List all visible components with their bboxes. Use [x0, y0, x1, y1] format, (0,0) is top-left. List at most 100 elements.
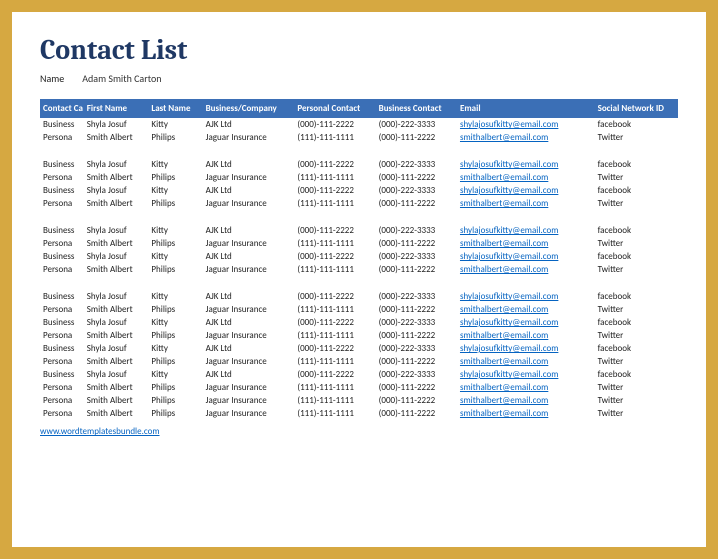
- td-email: shylajosufkitty@email.com: [457, 118, 595, 131]
- td-first-name: Shyla Josuf: [84, 118, 149, 131]
- td-first-name: Smith Albert: [84, 394, 149, 407]
- email-link[interactable]: shylajosufkitty@email.com: [460, 317, 558, 328]
- td-personal: (111)-111-1111: [294, 303, 375, 316]
- td-social: facebook: [595, 250, 678, 263]
- email-link[interactable]: shylajosufkitty@email.com: [460, 225, 558, 236]
- td-business: (000)-111-2222: [376, 303, 457, 316]
- td-business: (000)-111-2222: [376, 355, 457, 368]
- td-personal: (000)-111-2222: [294, 158, 375, 171]
- email-link[interactable]: smithalbert@email.com: [460, 408, 548, 419]
- td-personal: (111)-111-1111: [294, 237, 375, 250]
- td-last-name: Kitty: [148, 290, 202, 303]
- td-email: smithalbert@email.com: [457, 303, 595, 316]
- td-email: shylajosufkitty@email.com: [457, 224, 595, 237]
- td-personal: (000)-111-2222: [294, 368, 375, 381]
- email-link[interactable]: smithalbert@email.com: [460, 304, 548, 315]
- td-social: facebook: [595, 316, 678, 329]
- td-category: Business: [40, 250, 84, 263]
- td-business: (000)-222-3333: [376, 184, 457, 197]
- td-social: facebook: [595, 224, 678, 237]
- email-link[interactable]: smithalbert@email.com: [460, 395, 548, 406]
- td-business: (000)-222-3333: [376, 250, 457, 263]
- td-category: Business: [40, 224, 84, 237]
- td-last-name: Philips: [148, 237, 202, 250]
- td-category: Persona: [40, 394, 84, 407]
- td-company: AJK Ltd: [203, 158, 295, 171]
- td-category: Persona: [40, 303, 84, 316]
- td-personal: (111)-111-1111: [294, 131, 375, 144]
- email-link[interactable]: smithalbert@email.com: [460, 172, 548, 183]
- td-company: AJK Ltd: [203, 368, 295, 381]
- td-last-name: Philips: [148, 263, 202, 276]
- td-email: shylajosufkitty@email.com: [457, 158, 595, 171]
- td-business: (000)-222-3333: [376, 118, 457, 131]
- email-link[interactable]: shylajosufkitty@email.com: [460, 119, 558, 130]
- td-business: (000)-222-3333: [376, 158, 457, 171]
- email-link[interactable]: smithalbert@email.com: [460, 382, 548, 393]
- td-company: AJK Ltd: [203, 342, 295, 355]
- email-link[interactable]: smithalbert@email.com: [460, 330, 548, 341]
- td-social: Twitter: [595, 263, 678, 276]
- td-last-name: Kitty: [148, 250, 202, 263]
- td-email: shylajosufkitty@email.com: [457, 184, 595, 197]
- email-link[interactable]: smithalbert@email.com: [460, 264, 548, 275]
- td-category: Business: [40, 118, 84, 131]
- footer-link[interactable]: www.wordtemplatesbundle.com: [40, 426, 160, 437]
- email-link[interactable]: shylajosufkitty@email.com: [460, 251, 558, 262]
- table-row: BusinessShyla JosufKittyAJK Ltd(000)-111…: [40, 158, 678, 171]
- email-link[interactable]: shylajosufkitty@email.com: [460, 369, 558, 380]
- td-first-name: Shyla Josuf: [84, 250, 149, 263]
- td-company: AJK Ltd: [203, 316, 295, 329]
- td-category: Persona: [40, 237, 84, 250]
- td-social: facebook: [595, 342, 678, 355]
- td-category: Persona: [40, 171, 84, 184]
- td-email: shylajosufkitty@email.com: [457, 368, 595, 381]
- email-link[interactable]: shylajosufkitty@email.com: [460, 291, 558, 302]
- table-row: BusinessShyla JosufKittyAJK Ltd(000)-111…: [40, 118, 678, 131]
- th-social-network-id: Social Network ID: [595, 99, 678, 118]
- td-business: (000)-222-3333: [376, 316, 457, 329]
- table-row: BusinessShyla JosufKittyAJK Ltd(000)-111…: [40, 342, 678, 355]
- td-business: (000)-111-2222: [376, 237, 457, 250]
- contact-table: Contact Ca First Name Last Name Business…: [40, 99, 678, 420]
- td-personal: (000)-111-2222: [294, 118, 375, 131]
- td-company: Jaguar Insurance: [203, 355, 295, 368]
- td-first-name: Smith Albert: [84, 303, 149, 316]
- td-first-name: Shyla Josuf: [84, 316, 149, 329]
- td-category: Persona: [40, 263, 84, 276]
- email-link[interactable]: smithalbert@email.com: [460, 132, 548, 143]
- td-business: (000)-111-2222: [376, 407, 457, 420]
- td-company: Jaguar Insurance: [203, 329, 295, 342]
- email-link[interactable]: shylajosufkitty@email.com: [460, 185, 558, 196]
- td-first-name: Shyla Josuf: [84, 290, 149, 303]
- email-link[interactable]: shylajosufkitty@email.com: [460, 343, 558, 354]
- td-first-name: Shyla Josuf: [84, 342, 149, 355]
- email-link[interactable]: smithalbert@email.com: [460, 198, 548, 209]
- td-personal: (111)-111-1111: [294, 381, 375, 394]
- name-label: Name: [40, 72, 80, 85]
- td-company: Jaguar Insurance: [203, 407, 295, 420]
- td-last-name: Kitty: [148, 224, 202, 237]
- td-category: Business: [40, 368, 84, 381]
- email-link[interactable]: smithalbert@email.com: [460, 238, 548, 249]
- td-personal: (111)-111-1111: [294, 171, 375, 184]
- td-business: (000)-111-2222: [376, 381, 457, 394]
- td-last-name: Philips: [148, 355, 202, 368]
- td-social: Twitter: [595, 355, 678, 368]
- td-last-name: Philips: [148, 303, 202, 316]
- table-row: PersonaSmith AlbertPhilipsJaguar Insuran…: [40, 263, 678, 276]
- td-social: Twitter: [595, 329, 678, 342]
- td-email: smithalbert@email.com: [457, 381, 595, 394]
- table-row: PersonaSmith AlbertPhilipsJaguar Insuran…: [40, 381, 678, 394]
- table-header-row: Contact Ca First Name Last Name Business…: [40, 99, 678, 118]
- email-link[interactable]: smithalbert@email.com: [460, 356, 548, 367]
- table-row: PersonaSmith AlbertPhilipsJaguar Insuran…: [40, 197, 678, 210]
- email-link[interactable]: shylajosufkitty@email.com: [460, 159, 558, 170]
- th-email: Email: [457, 99, 595, 118]
- th-first-name: First Name: [84, 99, 149, 118]
- td-personal: (111)-111-1111: [294, 263, 375, 276]
- td-email: smithalbert@email.com: [457, 237, 595, 250]
- th-personal-contact: Personal Contact: [294, 99, 375, 118]
- table-body: BusinessShyla JosufKittyAJK Ltd(000)-111…: [40, 118, 678, 420]
- td-company: Jaguar Insurance: [203, 197, 295, 210]
